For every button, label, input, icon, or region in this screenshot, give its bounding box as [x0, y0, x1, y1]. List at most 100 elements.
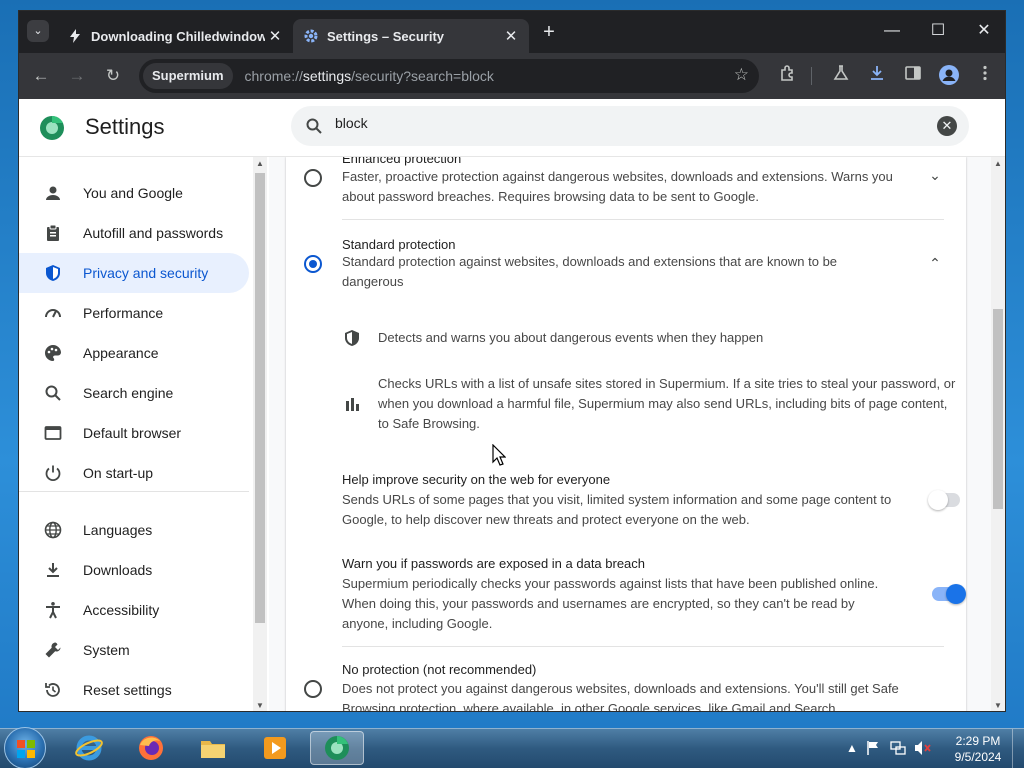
clear-search-button[interactable]: ✕ [937, 116, 957, 136]
file-explorer-icon[interactable] [186, 731, 240, 765]
system-clock[interactable]: 2:29 PM 9/5/2024 [950, 733, 1006, 765]
url-text[interactable]: chrome://settings/security?search=block [245, 68, 494, 84]
sidebar-item-system[interactable]: System [19, 630, 249, 670]
desc-line: Standard protection against websites, do… [342, 254, 838, 269]
desc-line: about password breaches. Requires browsi… [342, 189, 759, 204]
clock-time: 2:29 PM [955, 734, 1001, 748]
sidebar-item-accessibility[interactable]: Accessibility [19, 590, 249, 630]
shield-half-icon [343, 329, 361, 347]
toggle-knob [946, 584, 966, 604]
scroll-up-arrow[interactable]: ▲ [993, 159, 1003, 168]
extensions-icon[interactable] [776, 64, 800, 88]
scroll-up-arrow[interactable]: ▲ [255, 159, 265, 168]
no-protection-title: No protection (not recommended) [342, 662, 537, 677]
new-tab-button[interactable]: + [538, 21, 560, 43]
forward-button[interactable]: → [65, 64, 89, 88]
search-icon [43, 383, 63, 403]
side-panel-icon[interactable] [901, 64, 925, 88]
labs-icon[interactable] [829, 64, 853, 88]
history-icon [43, 680, 63, 700]
sidebar-scrollbar[interactable]: ▲ ▼ [253, 157, 267, 711]
mouse-cursor-icon [492, 443, 507, 471]
main-scroll-thumb[interactable] [993, 309, 1003, 509]
show-hidden-icons-button[interactable]: ▲ [846, 741, 858, 755]
chevron-up-icon[interactable]: ⌃ [925, 255, 945, 275]
enhanced-protection-radio[interactable] [304, 169, 322, 187]
minimize-button[interactable]: — [869, 11, 915, 53]
url-path: /security?search=block [351, 68, 494, 84]
url-scheme: chrome:// [244, 68, 303, 84]
show-desktop-button[interactable] [1012, 729, 1024, 768]
tab-close-button[interactable]: ✕ [501, 27, 521, 45]
back-button[interactable]: ← [29, 64, 53, 88]
toggle-knob [928, 490, 948, 510]
start-button[interactable] [4, 727, 46, 768]
sidebar-item-performance[interactable]: Performance [19, 293, 249, 333]
sidebar-item-label: Accessibility [83, 602, 160, 618]
search-input[interactable] [335, 115, 895, 131]
bookmark-star-icon[interactable]: ☆ [734, 65, 749, 85]
site-chip[interactable]: Supermium [143, 63, 233, 89]
tab-close-button[interactable]: ✕ [265, 27, 285, 45]
sidebar-item-label: Languages [83, 522, 153, 538]
enhanced-protection-desc: Faster, proactive protection against dan… [342, 167, 893, 207]
desc-line: Faster, proactive protection against dan… [342, 169, 893, 184]
desc-line: to Safe Browsing. [378, 416, 480, 431]
sidebar-item-you-and-google[interactable]: You and Google [19, 173, 249, 213]
settings-search[interactable]: ✕ [291, 106, 969, 146]
chevron-down-icon[interactable]: ⌄ [925, 167, 945, 187]
password-breach-toggle[interactable] [932, 584, 966, 604]
enhanced-protection-title: Enhanced protection [342, 157, 462, 166]
supermium-icon[interactable] [310, 731, 364, 765]
profile-icon[interactable] [937, 64, 961, 88]
sidebar-item-on-startup[interactable]: On start-up [19, 453, 249, 493]
sidebar-item-downloads[interactable]: Downloads [19, 550, 249, 590]
reload-button[interactable]: ↻ [101, 64, 125, 88]
sidebar-item-search-engine[interactable]: Search engine [19, 373, 249, 413]
volume-muted-icon[interactable] [914, 740, 932, 759]
menu-icon[interactable] [973, 64, 997, 88]
tab-settings-security[interactable]: Settings – Security ✕ [293, 19, 529, 53]
desc-line: dangerous [342, 274, 404, 289]
divider [342, 219, 944, 220]
sidebar-scroll-thumb[interactable] [255, 173, 265, 623]
windows-taskbar: ▲ 2:29 PM 9/5/2024 [0, 727, 1024, 768]
toolbar-divider [811, 67, 812, 85]
wrench-icon [43, 640, 63, 660]
main-scrollbar[interactable]: ▲ ▼ [991, 157, 1005, 711]
help-improve-toggle[interactable] [928, 490, 960, 510]
speedometer-icon [43, 303, 63, 323]
no-protection-radio[interactable] [304, 680, 322, 698]
scroll-down-arrow[interactable]: ▼ [993, 701, 1003, 710]
desc-line: Browsing protection, where available, in… [342, 701, 840, 712]
tab-downloading[interactable]: Downloading Chilledwindows.e ✕ [57, 19, 293, 53]
sidebar-item-default-browser[interactable]: Default browser [19, 413, 249, 453]
sidebar-item-reset-settings[interactable]: Reset settings [19, 670, 249, 710]
gear-icon [303, 28, 319, 44]
sidebar-item-appearance[interactable]: Appearance [19, 333, 249, 373]
url-host: settings [302, 68, 352, 84]
sidebar-item-autofill[interactable]: Autofill and passwords [19, 213, 249, 253]
standard-protection-title: Standard protection [342, 237, 456, 252]
password-breach-desc: Supermium periodically checks your passw… [342, 574, 878, 634]
maximize-button[interactable]: ☐ [915, 11, 961, 53]
sidebar-item-label: Performance [83, 305, 164, 321]
scroll-down-arrow[interactable]: ▼ [255, 701, 265, 710]
settings-main: Enhanced protection Faster, proactive pr… [269, 157, 1005, 712]
sidebar-item-label: Autofill and passwords [83, 225, 224, 241]
tab-title: Settings – Security [327, 28, 445, 44]
internet-explorer-icon[interactable] [62, 731, 116, 765]
download-icon [43, 560, 63, 580]
firefox-icon[interactable] [124, 731, 178, 765]
action-center-flag-icon[interactable] [866, 740, 880, 759]
standard-protection-radio[interactable] [304, 255, 322, 273]
network-icon[interactable] [890, 740, 906, 759]
sidebar-item-languages[interactable]: Languages [19, 510, 249, 550]
download-icon[interactable] [865, 64, 889, 88]
media-player-icon[interactable] [248, 731, 302, 765]
close-window-button[interactable]: ✕ [961, 11, 1005, 53]
address-bar[interactable]: Supermium chrome://settings/security?sea… [139, 59, 759, 93]
tab-search-button[interactable]: ⌄ [27, 20, 49, 42]
sidebar-item-privacy-and-security[interactable]: Privacy and security [19, 253, 249, 293]
supermium-logo-icon [39, 115, 65, 141]
